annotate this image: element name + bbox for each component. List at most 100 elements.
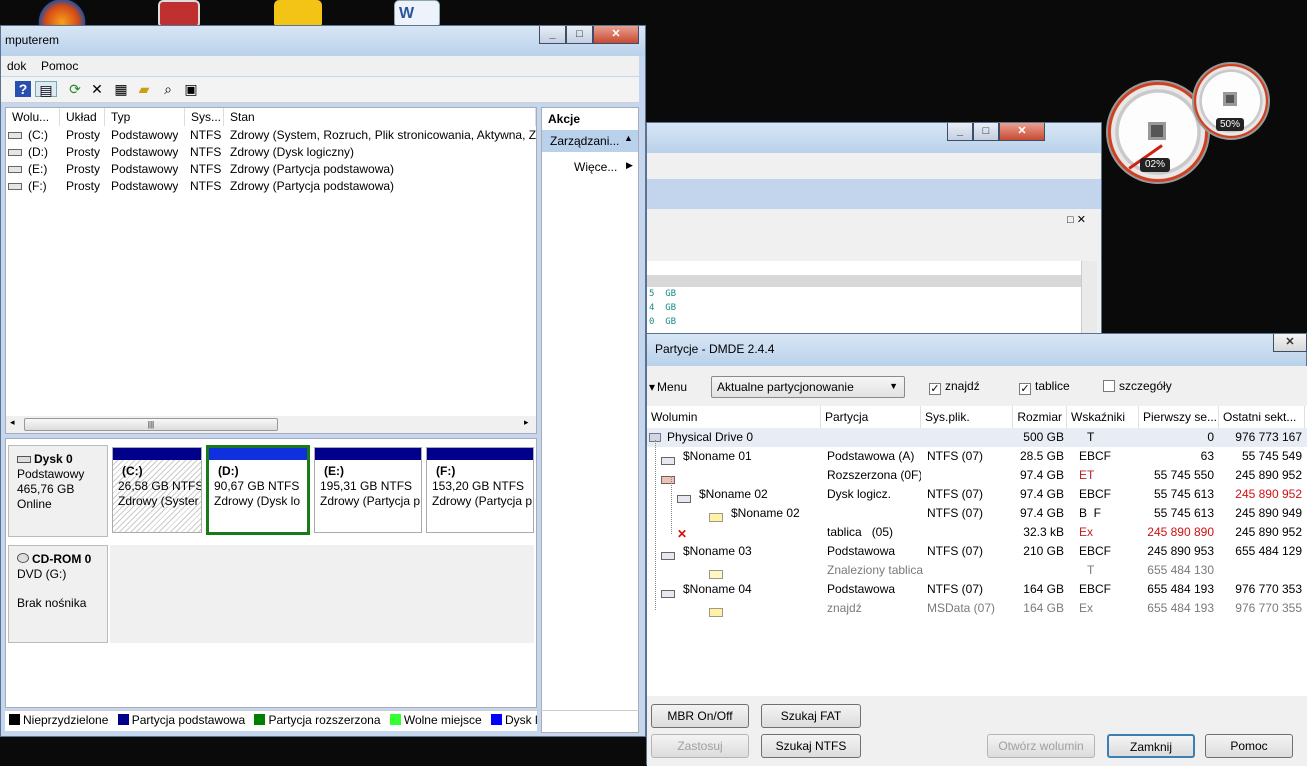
menu-help[interactable]: Pomoc <box>41 59 78 73</box>
partition-c[interactable]: (C:) 26,58 GB NTFS Zdrowy (Syster <box>112 447 202 533</box>
col-last-sector[interactable]: Ostatni sekt... <box>1219 406 1305 428</box>
background-window[interactable]: _ □ ✕ □ ✕ 5 GB 4 GB 0 GB <box>646 122 1102 342</box>
settings-icon[interactable]: ▣ <box>183 81 199 97</box>
search-fat-button[interactable]: Szukaj FAT <box>761 704 861 728</box>
partitioning-select[interactable]: Aktualne partycjonowanie ▼ <box>711 376 905 398</box>
table-row[interactable]: $Noname 01 Podstawowa (A) NTFS (07) 28.5… <box>647 447 1307 466</box>
disk-management-window[interactable]: mputerem _ □ ✕ dok Pomoc ? ▤ ⟳ ✕ ▦ ▰ ⌕ ▣… <box>0 25 646 737</box>
col-type[interactable]: Typ <box>105 108 185 126</box>
col-flags[interactable]: Wskaźniki <box>1067 406 1139 428</box>
dmde-body: ▾ Menu Aktualne partycjonowanie ▼ ✓ znajdź… <box>647 366 1307 766</box>
delete-icon[interactable]: ✕ <box>89 81 105 97</box>
app-desktop-icon[interactable] <box>158 0 200 28</box>
help-icon[interactable]: ? <box>15 81 31 97</box>
volume-name: (F:) <box>28 179 47 193</box>
dm-minimize-button[interactable]: _ <box>539 26 566 44</box>
refresh-icon[interactable]: ⟳ <box>67 81 83 97</box>
details-checkbox[interactable]: szczegóły <box>1103 379 1172 393</box>
mid-highlight-bar <box>647 275 1081 287</box>
properties-icon[interactable]: ▦ <box>113 81 129 97</box>
col-filesystem[interactable]: Sys.plik. <box>921 406 1013 428</box>
row-first: 55 745 613 <box>1153 487 1214 501</box>
dmde-window[interactable]: Partycje - DMDE 2.4.4 ✕ ▾ Menu Aktualne p… <box>646 333 1307 766</box>
dmde-menu[interactable]: ▾ Menu <box>649 380 687 394</box>
col-size[interactable]: Rozmiar <box>1013 406 1067 428</box>
memory-percent: 50% <box>1216 118 1244 131</box>
volume-fs: NTFS <box>190 162 222 176</box>
legend-item: Nieprzydzielone <box>5 713 108 727</box>
mid-maximize-button[interactable]: □ <box>973 123 999 141</box>
volume-status: Zdrowy (Partycja podstawowa) <box>230 179 395 193</box>
volume-row[interactable]: (C:) Prosty Podstawowy NTFS Zdrowy (Syst… <box>6 127 536 144</box>
row-fs: NTFS (07) <box>927 487 984 501</box>
col-status[interactable]: Stan <box>224 108 536 126</box>
word-desktop-icon[interactable]: W <box>394 0 440 28</box>
table-row[interactable]: $Noname 04 Podstawowa NTFS (07) 164 GB E… <box>647 580 1307 599</box>
partition-size: 195,31 GB NTFS <box>320 479 413 493</box>
legend-item: Wolne miejsce <box>384 713 482 727</box>
horizontal-scrollbar[interactable]: ◂ ||| ▸ <box>6 416 536 433</box>
col-first-sector[interactable]: Pierwszy se... <box>1139 406 1219 428</box>
table-row[interactable]: $Noname 03 Podstawowa NTFS (07) 210 GB E… <box>647 542 1307 561</box>
menu-view[interactable]: dok <box>7 59 26 73</box>
folder-desktop-icon[interactable] <box>274 0 322 28</box>
view-toggle-icon[interactable]: ▤ <box>35 81 57 98</box>
find-checkbox[interactable]: ✓ znajdź <box>929 379 980 395</box>
mbr-toggle-button[interactable]: MBR On/Off <box>651 704 749 728</box>
partition-status: Zdrowy (Partycja p <box>432 494 533 508</box>
col-layout[interactable]: Układ <box>60 108 105 126</box>
row-size: 32.3 kB <box>1023 525 1064 539</box>
mid-restore-icon[interactable]: □ ✕ <box>1067 213 1086 226</box>
mid-menu-area <box>647 153 1101 179</box>
more-arrow-icon: ▶ <box>626 160 633 170</box>
scroll-right-icon[interactable]: ▸ <box>524 417 529 428</box>
apply-button[interactable]: Zastosuj <box>651 734 749 758</box>
open-volume-button[interactable]: Otwórz wolumin <box>987 734 1095 758</box>
partition-f[interactable]: (F:) 153,20 GB NTFS Zdrowy (Partycja p <box>426 447 534 533</box>
help-button[interactable]: Pomoc <box>1205 734 1293 758</box>
mid-line-1: 5 GB <box>649 289 677 299</box>
dm-maximize-button[interactable]: □ <box>566 26 593 44</box>
mid-minimize-button[interactable]: _ <box>947 123 973 141</box>
table-row[interactable]: ✕ tablica (05) 32.3 kB Ex 245 890 890 24… <box>647 523 1307 542</box>
collapse-arrow-icon[interactable]: ▲ <box>624 133 633 143</box>
dmde-close-button[interactable]: ✕ <box>1273 334 1307 352</box>
firefox-desktop-icon[interactable] <box>38 0 86 28</box>
close-button[interactable]: Zamknij <box>1107 734 1195 758</box>
table-row[interactable]: $Noname 02 Dysk logicz. NTFS (07) 97.4 G… <box>647 485 1307 504</box>
volume-row[interactable]: (F:) Prosty Podstawowy NTFS Zdrowy (Part… <box>6 178 536 195</box>
find-check-icon: ✓ <box>929 383 941 395</box>
table-row[interactable]: znajdź MSData (07) 164 GB Ex 655 484 193… <box>647 599 1307 618</box>
partition-e[interactable]: (E:) 195,31 GB NTFS Zdrowy (Partycja p <box>314 447 422 533</box>
col-volume[interactable]: Wolu... <box>6 108 60 126</box>
col-volume[interactable]: Wolumin <box>647 406 821 428</box>
mid-scrollbar[interactable] <box>1081 261 1097 341</box>
partition-d[interactable]: (D:) 90,67 GB NTFS Zdrowy (Dysk lo <box>206 445 310 535</box>
disk0-name: Dysk 0 <box>34 452 73 466</box>
find-checkbox-label: znajdź <box>945 379 980 393</box>
disk0-info[interactable]: Dysk 0 Podstawowy 465,76 GB Online <box>8 445 108 537</box>
cdrom-info[interactable]: CD-ROM 0 DVD (G:) Brak nośnika <box>8 545 108 643</box>
col-fs[interactable]: Sys... <box>185 108 224 126</box>
dm-close-button[interactable]: ✕ <box>593 26 639 44</box>
col-partition[interactable]: Partycja <box>821 406 921 428</box>
scroll-left-icon[interactable]: ◂ <box>10 417 15 428</box>
tables-checkbox[interactable]: ✓ tablice <box>1019 379 1070 395</box>
open-folder-icon[interactable]: ▰ <box>136 81 152 97</box>
volume-row[interactable]: (E:) Prosty Podstawowy NTFS Zdrowy (Part… <box>6 161 536 178</box>
actions-more[interactable]: Więce... ▶ <box>574 160 636 174</box>
table-row[interactable]: $Noname 02 NTFS (07) 97.4 GB B F 55 745 … <box>647 504 1307 523</box>
volume-row[interactable]: (D:) Prosty Podstawowy NTFS Zdrowy (Dysk… <box>6 144 536 161</box>
actions-item[interactable]: Zarządzani... ▲ <box>542 130 638 152</box>
volume-layout: Prosty <box>66 162 101 176</box>
mid-line-2: 4 GB <box>649 303 677 313</box>
table-row[interactable]: Physical Drive 0 500 GB T 0 976 773 167 <box>647 428 1307 447</box>
search-ntfs-button[interactable]: Szukaj NTFS <box>761 734 861 758</box>
search-icon[interactable]: ⌕ <box>160 81 176 97</box>
actions-header: Akcje <box>548 112 581 126</box>
mid-close-button[interactable]: ✕ <box>999 123 1045 141</box>
table-row[interactable]: Rozszerzona (0F) 97.4 GB ET 55 745 550 2… <box>647 466 1307 485</box>
cdrom-state: Brak nośnika <box>17 596 87 610</box>
scroll-thumb[interactable]: ||| <box>24 418 278 431</box>
table-row[interactable]: Znaleziony tablica T 655 484 130 <box>647 561 1307 580</box>
